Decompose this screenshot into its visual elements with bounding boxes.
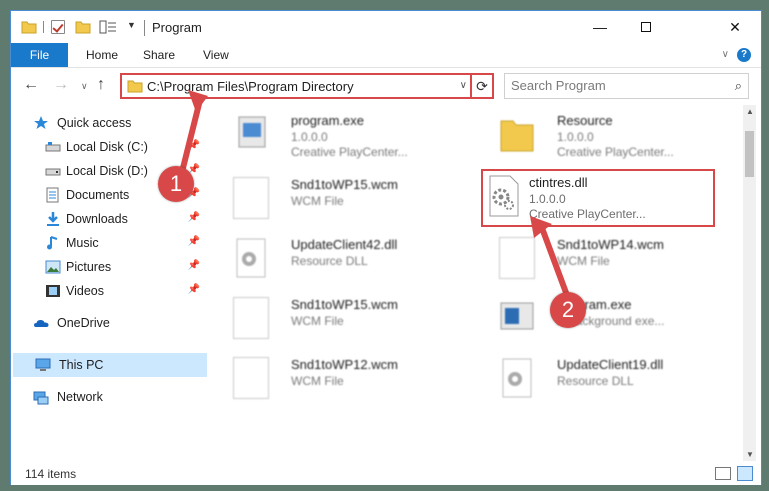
large-icons-view-icon[interactable] (737, 466, 753, 481)
pictures-icon (45, 259, 61, 275)
star-icon (33, 115, 49, 131)
application-icon (233, 113, 269, 155)
back-arrow-icon[interactable]: ← (23, 76, 39, 94)
document-icon (233, 357, 269, 399)
folder-icon[interactable] (21, 19, 37, 35)
forward-arrow-icon[interactable]: → (53, 76, 69, 94)
list-item[interactable]: UpdateClient42.dll Resource DLL (221, 229, 451, 285)
properties-check-icon[interactable] (51, 20, 65, 34)
tab-file[interactable]: File (11, 43, 68, 67)
nav-item-onedrive[interactable]: OneDrive (11, 311, 206, 335)
dll-gear-icon (488, 175, 520, 217)
window-title: Program (152, 20, 202, 35)
title-bar: ▼ Program — ✕ (11, 11, 761, 44)
nav-item-videos[interactable]: Videos 📌 (11, 279, 206, 303)
onedrive-icon (33, 315, 49, 331)
computer-icon (35, 357, 51, 373)
documents-icon (45, 187, 61, 203)
pin-icon[interactable]: 📌 (188, 212, 200, 223)
document-icon (233, 297, 269, 339)
nav-item-music[interactable]: Music 📌 (11, 231, 206, 255)
nav-item-this-pc[interactable]: This PC (13, 353, 207, 377)
drive-icon (45, 139, 61, 155)
maximize-icon (641, 22, 651, 32)
up-arrow-icon[interactable]: ↑ (97, 76, 105, 94)
separator (144, 20, 145, 36)
search-input[interactable] (511, 78, 711, 93)
folder-icon (127, 79, 143, 93)
file-list: program.exe 1.0.0.0 Creative PlayCenter.… (221, 105, 743, 461)
list-item[interactable]: UpdateClient19.dll Resource DLL (487, 349, 717, 405)
dll-gear-icon (233, 237, 269, 279)
item-count: 114 items (25, 467, 77, 481)
scroll-down-icon[interactable]: ▼ (746, 450, 754, 459)
status-bar: 114 items (11, 463, 761, 485)
search-box[interactable]: ⌕ (504, 73, 749, 99)
scrollbar-thumb[interactable] (745, 131, 754, 177)
step-badge-1: 1 (158, 166, 194, 202)
videos-icon (45, 283, 61, 299)
nav-item-network[interactable]: Network (11, 385, 206, 409)
tab-home[interactable]: Home (72, 43, 132, 67)
refresh-button[interactable]: ⟳ (470, 73, 494, 99)
chevron-down-icon[interactable]: ∨ (460, 80, 467, 91)
vertical-scrollbar[interactable]: ▲ ▼ (743, 105, 756, 461)
maximize-button[interactable] (623, 11, 669, 43)
network-icon (33, 389, 49, 405)
downloads-icon (45, 211, 61, 227)
list-item[interactable]: Snd1toWP12.wcm WCM File (221, 349, 451, 405)
quick-access-dropdown-icon[interactable]: ▼ (127, 20, 137, 36)
list-item[interactable]: Snd1toWP15.wcm WCM File (221, 169, 451, 225)
search-icon[interactable]: ⌕ (735, 78, 742, 94)
tab-view[interactable]: View (189, 43, 243, 67)
list-item[interactable]: program.exe 1.0.0.0 Creative PlayCenter.… (221, 105, 451, 161)
recent-locations-icon[interactable]: ∨ (81, 81, 88, 92)
tab-share[interactable]: Share (129, 43, 189, 67)
ribbon-tabs: File Home Share View ∨ ? (11, 43, 761, 68)
pin-icon[interactable]: 📌 (188, 236, 200, 247)
expand-ribbon-icon[interactable]: ∨ (722, 49, 729, 60)
list-item[interactable]: Snd1toWP15.wcm WCM File (221, 289, 451, 345)
help-icon[interactable]: ? (737, 48, 751, 62)
drive-icon (45, 163, 61, 179)
explorer-window: ▼ Program — ✕ File Home Share View ∨ ? ←… (10, 10, 762, 485)
minimize-button[interactable]: — (577, 11, 623, 43)
scroll-up-icon[interactable]: ▲ (746, 107, 754, 116)
document-icon (233, 177, 269, 219)
folder-icon (499, 113, 535, 155)
close-button[interactable]: ✕ (709, 11, 761, 43)
file-name: ctintres.dll (529, 175, 588, 190)
pin-icon[interactable]: 📌 (188, 284, 200, 295)
new-folder-icon[interactable] (75, 19, 91, 35)
step-badge-2: 2 (550, 292, 586, 328)
pin-icon[interactable]: 📌 (188, 260, 200, 271)
list-item[interactable]: Resource 1.0.0.0 Creative PlayCenter... (487, 105, 717, 161)
file-version: 1.0.0.0 (529, 192, 566, 206)
details-view-icon[interactable] (715, 467, 731, 480)
music-icon (45, 235, 61, 251)
separator (43, 21, 44, 33)
address-row: ← → ∨ ↑ C:\Program Files\Program Directo… (11, 71, 761, 101)
dll-gear-icon (499, 357, 535, 399)
nav-item-downloads[interactable]: Downloads 📌 (11, 207, 206, 231)
customize-toolbar-icon[interactable] (99, 19, 117, 35)
nav-item-pictures[interactable]: Pictures 📌 (11, 255, 206, 279)
